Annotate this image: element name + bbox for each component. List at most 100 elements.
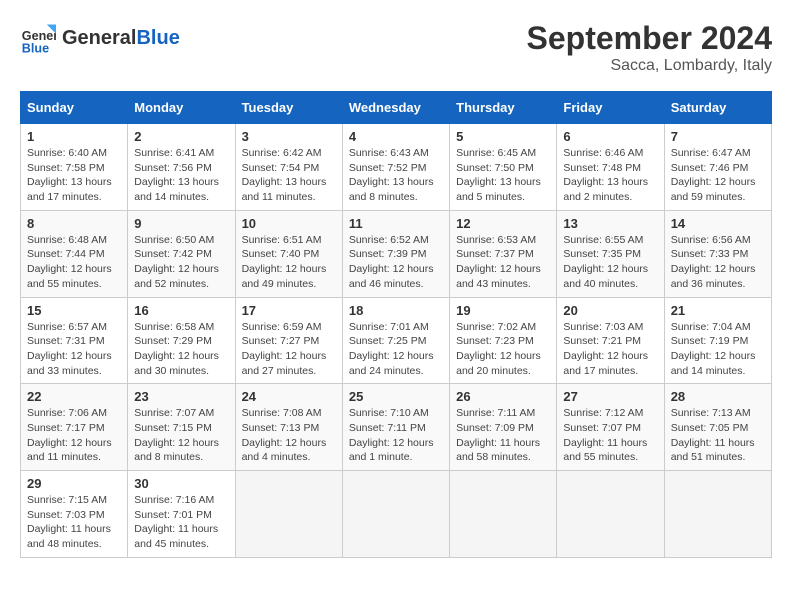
calendar-day-18: 18Sunrise: 7:01 AM Sunset: 7:25 PM Dayli… <box>342 297 449 384</box>
calendar-day-17: 17 Sunrise: 6:59 AM Sunset: 7:27 PM Dayli… <box>235 297 342 384</box>
day-info: Sunrise: 7:07 AM Sunset: 7:15 PM Dayligh… <box>134 406 228 465</box>
calendar-day-2: 2Sunrise: 6:41 AM Sunset: 7:56 PM Daylig… <box>128 124 235 211</box>
day-info: Sunrise: 7:12 AM Sunset: 7:07 PM Dayligh… <box>563 406 657 465</box>
day-number: 11 <box>349 216 443 231</box>
calendar-day-9: 9Sunrise: 6:50 AM Sunset: 7:42 PM Daylig… <box>128 210 235 297</box>
day-number: 27 <box>563 389 657 404</box>
day-number: 28 <box>671 389 765 404</box>
day-number: 25 <box>349 389 443 404</box>
day-info: Sunrise: 6:55 AM Sunset: 7:35 PM Dayligh… <box>563 233 657 292</box>
calendar-day-23: 23 Sunrise: 7:07 AM Sunset: 7:15 PM Dayli… <box>128 384 235 471</box>
calendar-week-4: 22Sunrise: 7:06 AM Sunset: 7:17 PM Dayli… <box>21 384 772 471</box>
empty-cell <box>450 471 557 558</box>
day-number: 13 <box>563 216 657 231</box>
day-number: 5 <box>456 129 550 144</box>
weekday-header-thursday: Thursday <box>450 92 557 124</box>
day-number: 9 <box>134 216 228 231</box>
calendar-day-19: 19 Sunrise: 7:02 AM Sunset: 7:23 PM Dayli… <box>450 297 557 384</box>
calendar-day-1: 1 Sunrise: 6:40 AM Sunset: 7:58 PM Daylig… <box>21 124 128 211</box>
day-info: Sunrise: 6:52 AM Sunset: 7:39 PM Dayligh… <box>349 233 443 292</box>
calendar-day-21: 21 Sunrise: 7:04 AM Sunset: 7:19 PM Dayli… <box>664 297 771 384</box>
day-number: 21 <box>671 303 765 318</box>
calendar-day-14: 14 Sunrise: 6:56 AM Sunset: 7:33 PM Dayli… <box>664 210 771 297</box>
day-info: Sunrise: 7:11 AM Sunset: 7:09 PM Dayligh… <box>456 406 550 465</box>
calendar-day-3: 3Sunrise: 6:42 AM Sunset: 7:54 PM Daylig… <box>235 124 342 211</box>
day-number: 19 <box>456 303 550 318</box>
svg-text:Blue: Blue <box>22 41 49 55</box>
day-number: 17 <box>242 303 336 318</box>
day-number: 4 <box>349 129 443 144</box>
calendar-day-12: 12 Sunrise: 6:53 AM Sunset: 7:37 PM Dayli… <box>450 210 557 297</box>
weekday-header-wednesday: Wednesday <box>342 92 449 124</box>
calendar-day-10: 10Sunrise: 6:51 AM Sunset: 7:40 PM Dayli… <box>235 210 342 297</box>
day-number: 7 <box>671 129 765 144</box>
weekday-header-tuesday: Tuesday <box>235 92 342 124</box>
calendar-day-16: 16 Sunrise: 6:58 AM Sunset: 7:29 PM Dayli… <box>128 297 235 384</box>
day-info: Sunrise: 7:13 AM Sunset: 7:05 PM Dayligh… <box>671 406 765 465</box>
month-title: September 2024 <box>527 20 772 57</box>
weekday-header-friday: Friday <box>557 92 664 124</box>
day-info: Sunrise: 6:47 AM Sunset: 7:46 PM Dayligh… <box>671 146 765 205</box>
day-number: 15 <box>27 303 121 318</box>
calendar-day-28: 28 Sunrise: 7:13 AM Sunset: 7:05 PM Dayli… <box>664 384 771 471</box>
calendar-day-15: 15 Sunrise: 6:57 AM Sunset: 7:31 PM Dayli… <box>21 297 128 384</box>
calendar-day-11: 11 Sunrise: 6:52 AM Sunset: 7:39 PM Dayli… <box>342 210 449 297</box>
day-info: Sunrise: 7:16 AM Sunset: 7:01 PM Dayligh… <box>134 493 228 552</box>
weekday-header-row: SundayMondayTuesdayWednesdayThursdayFrid… <box>21 92 772 124</box>
day-info: Sunrise: 7:10 AM Sunset: 7:11 PM Dayligh… <box>349 406 443 465</box>
logo-blue-text: Blue <box>136 27 179 50</box>
calendar-day-13: 13 Sunrise: 6:55 AM Sunset: 7:35 PM Dayli… <box>557 210 664 297</box>
day-number: 23 <box>134 389 228 404</box>
calendar-day-24: 24Sunrise: 7:08 AM Sunset: 7:13 PM Dayli… <box>235 384 342 471</box>
weekday-header-monday: Monday <box>128 92 235 124</box>
calendar-table: SundayMondayTuesdayWednesdayThursdayFrid… <box>20 91 772 558</box>
day-number: 1 <box>27 129 121 144</box>
day-info: Sunrise: 7:03 AM Sunset: 7:21 PM Dayligh… <box>563 320 657 379</box>
day-info: Sunrise: 6:56 AM Sunset: 7:33 PM Dayligh… <box>671 233 765 292</box>
calendar-day-25: 25 Sunrise: 7:10 AM Sunset: 7:11 PM Dayli… <box>342 384 449 471</box>
day-info: Sunrise: 6:57 AM Sunset: 7:31 PM Dayligh… <box>27 320 121 379</box>
calendar-week-2: 8Sunrise: 6:48 AM Sunset: 7:44 PM Daylig… <box>21 210 772 297</box>
day-number: 12 <box>456 216 550 231</box>
day-number: 16 <box>134 303 228 318</box>
calendar-day-6: 6Sunrise: 6:46 AM Sunset: 7:48 PM Daylig… <box>557 124 664 211</box>
calendar-day-7: 7 Sunrise: 6:47 AM Sunset: 7:46 PM Daylig… <box>664 124 771 211</box>
day-number: 14 <box>671 216 765 231</box>
day-info: Sunrise: 6:48 AM Sunset: 7:44 PM Dayligh… <box>27 233 121 292</box>
day-info: Sunrise: 6:53 AM Sunset: 7:37 PM Dayligh… <box>456 233 550 292</box>
calendar-day-20: 20Sunrise: 7:03 AM Sunset: 7:21 PM Dayli… <box>557 297 664 384</box>
empty-cell <box>557 471 664 558</box>
day-info: Sunrise: 7:04 AM Sunset: 7:19 PM Dayligh… <box>671 320 765 379</box>
day-number: 30 <box>134 476 228 491</box>
day-info: Sunrise: 7:06 AM Sunset: 7:17 PM Dayligh… <box>27 406 121 465</box>
day-info: Sunrise: 7:02 AM Sunset: 7:23 PM Dayligh… <box>456 320 550 379</box>
calendar-week-3: 15 Sunrise: 6:57 AM Sunset: 7:31 PM Dayli… <box>21 297 772 384</box>
day-info: Sunrise: 6:58 AM Sunset: 7:29 PM Dayligh… <box>134 320 228 379</box>
logo: General Blue GeneralBlue <box>20 20 180 56</box>
day-info: Sunrise: 7:01 AM Sunset: 7:25 PM Dayligh… <box>349 320 443 379</box>
weekday-header-saturday: Saturday <box>664 92 771 124</box>
calendar-week-1: 1 Sunrise: 6:40 AM Sunset: 7:58 PM Daylig… <box>21 124 772 211</box>
page-header: General Blue GeneralBlue September 2024 … <box>20 20 772 75</box>
empty-cell <box>342 471 449 558</box>
calendar-day-26: 26 Sunrise: 7:11 AM Sunset: 7:09 PM Dayli… <box>450 384 557 471</box>
calendar-day-29: 29 Sunrise: 7:15 AM Sunset: 7:03 PM Dayli… <box>21 471 128 558</box>
weekday-header-sunday: Sunday <box>21 92 128 124</box>
day-info: Sunrise: 6:59 AM Sunset: 7:27 PM Dayligh… <box>242 320 336 379</box>
calendar-day-22: 22Sunrise: 7:06 AM Sunset: 7:17 PM Dayli… <box>21 384 128 471</box>
day-number: 26 <box>456 389 550 404</box>
empty-cell <box>235 471 342 558</box>
day-info: Sunrise: 6:42 AM Sunset: 7:54 PM Dayligh… <box>242 146 336 205</box>
day-number: 2 <box>134 129 228 144</box>
day-info: Sunrise: 6:45 AM Sunset: 7:50 PM Dayligh… <box>456 146 550 205</box>
location-title: Sacca, Lombardy, Italy <box>527 57 772 75</box>
calendar-day-5: 5 Sunrise: 6:45 AM Sunset: 7:50 PM Daylig… <box>450 124 557 211</box>
day-number: 29 <box>27 476 121 491</box>
calendar-week-5: 29 Sunrise: 7:15 AM Sunset: 7:03 PM Dayli… <box>21 471 772 558</box>
title-area: September 2024 Sacca, Lombardy, Italy <box>527 20 772 75</box>
calendar-day-8: 8Sunrise: 6:48 AM Sunset: 7:44 PM Daylig… <box>21 210 128 297</box>
day-info: Sunrise: 6:40 AM Sunset: 7:58 PM Dayligh… <box>27 146 121 205</box>
calendar-day-27: 27 Sunrise: 7:12 AM Sunset: 7:07 PM Dayli… <box>557 384 664 471</box>
day-info: Sunrise: 7:15 AM Sunset: 7:03 PM Dayligh… <box>27 493 121 552</box>
day-info: Sunrise: 6:43 AM Sunset: 7:52 PM Dayligh… <box>349 146 443 205</box>
